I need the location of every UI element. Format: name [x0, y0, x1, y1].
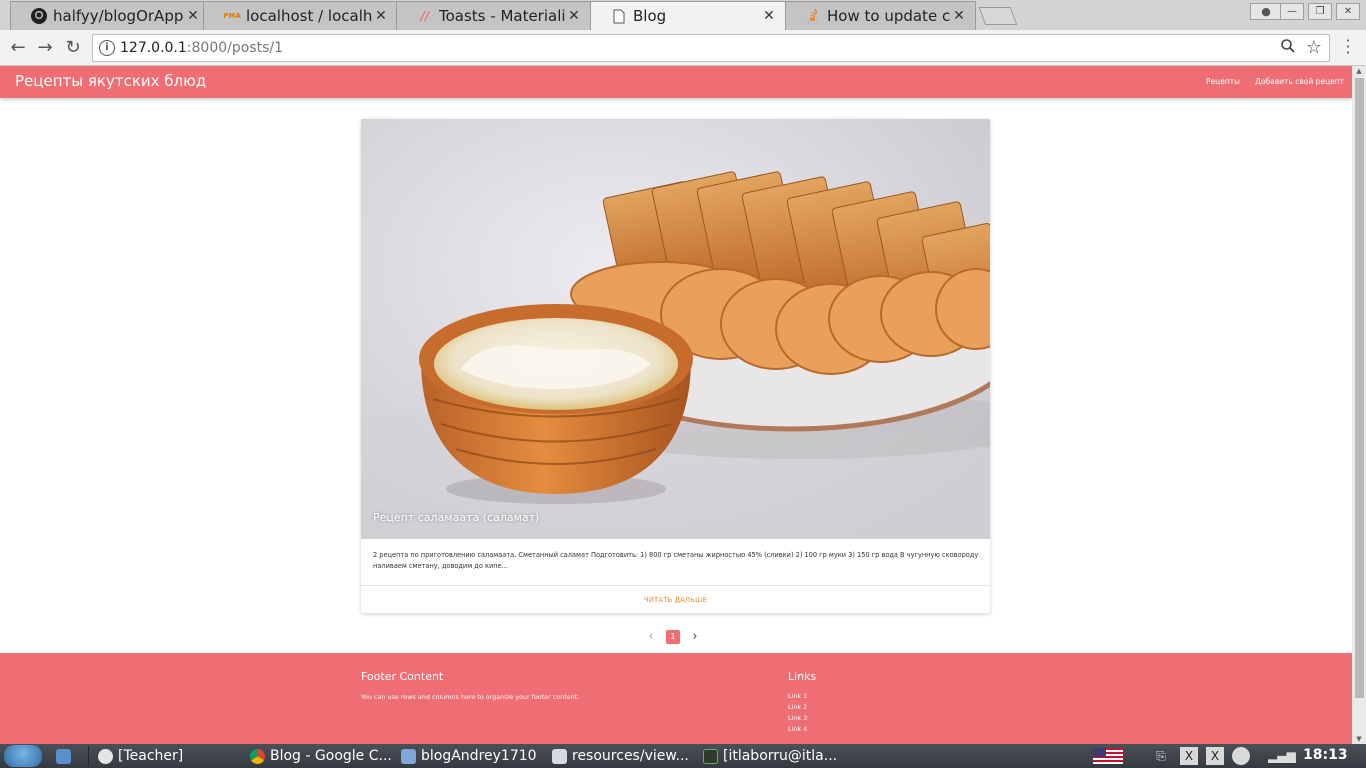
profile-button[interactable]: ●: [1250, 3, 1282, 20]
post-title: Рецепт саламаата (саламат): [373, 511, 540, 524]
github-icon: [31, 8, 47, 24]
url-text: 127.0.0.1:8000/posts/1: [120, 40, 284, 56]
nav-links: Рецепты Добавить свой рецепт: [1206, 77, 1344, 86]
footer-link[interactable]: Link 3: [788, 713, 807, 724]
footer-text: You can use rows and columns here to org…: [361, 693, 580, 701]
start-menu-button[interactable]: [4, 745, 42, 767]
terminal-icon: [703, 748, 718, 764]
minimize-button[interactable]: —: [1280, 3, 1304, 20]
salamat-photo: [361, 119, 990, 539]
bookmark-star-icon[interactable]: ☆: [1306, 37, 1322, 58]
page-viewport: Рецепты якутских блюд Рецепты Добавить с…: [0, 66, 1352, 744]
chevron-left-icon[interactable]: ‹: [644, 630, 658, 644]
task-editor[interactable]: resources/view...: [548, 745, 696, 767]
tab-title: localhost / localhos: [246, 7, 373, 25]
post-image: Рецепт саламаата (саламат): [361, 119, 990, 539]
page-scrollbar[interactable]: ▲ ▼: [1352, 66, 1366, 744]
nav-link-add-recipe[interactable]: Добавить свой рецепт: [1255, 77, 1344, 86]
file-manager-icon: [56, 748, 71, 764]
materialize-icon: //: [420, 9, 430, 23]
task-label: resources/view...: [572, 748, 689, 764]
site-footer: Footer Content You can use rows and colu…: [0, 653, 1352, 744]
tab-title: How to update colu: [827, 7, 951, 25]
chevron-right-icon[interactable]: ›: [688, 630, 702, 644]
tab-stackoverflow[interactable]: How to update colu ✕: [784, 1, 976, 30]
page-number-current[interactable]: 1: [666, 630, 680, 644]
reload-button[interactable]: ↻: [61, 36, 85, 60]
task-folder[interactable]: blogAndrey1710: [397, 745, 545, 767]
tab-title: Blog: [633, 7, 667, 25]
close-icon[interactable]: ✕: [185, 8, 201, 24]
scroll-up-arrow-icon[interactable]: ▲: [1354, 67, 1364, 75]
editor-icon: [552, 748, 567, 764]
phpmyadmin-icon: PMA: [223, 12, 241, 20]
pagination: ‹ 1 ›: [644, 630, 702, 644]
tab-title: Toasts - Materialize: [439, 7, 566, 25]
taskbar-separator: [88, 746, 89, 766]
site-brand[interactable]: Рецепты якутских блюд: [15, 72, 206, 90]
footer-link[interactable]: Link 2: [788, 702, 807, 713]
us-flag-icon[interactable]: [1093, 748, 1123, 764]
footer-link[interactable]: Link 1: [788, 691, 807, 702]
search-icon[interactable]: [1281, 39, 1295, 57]
tab-github[interactable]: halfyy/blogOrApp ✕: [10, 1, 210, 30]
task-label: Blog - Google C...: [270, 748, 392, 764]
footer-heading: Footer Content: [361, 670, 444, 683]
close-icon[interactable]: ✕: [951, 8, 967, 24]
xorg-icon[interactable]: X: [1180, 747, 1198, 765]
footer-link[interactable]: Link 4: [788, 724, 807, 735]
chrome-icon: [250, 748, 265, 764]
chat-tray-icon[interactable]: [1232, 747, 1250, 765]
forward-button[interactable]: →: [33, 36, 57, 60]
scroll-thumb[interactable]: [1355, 78, 1364, 698]
xorg-icon[interactable]: X: [1206, 747, 1224, 765]
clipboard-icon[interactable]: ⎘: [1152, 747, 1170, 765]
close-icon[interactable]: ✕: [373, 8, 389, 24]
clock[interactable]: 18:13: [1303, 747, 1348, 763]
folder-icon: [401, 748, 416, 764]
browser-tab-strip: halfyy/blogOrApp ✕ PMA localhost / local…: [0, 0, 1366, 30]
close-window-button[interactable]: ✕: [1336, 3, 1360, 20]
footer-links: Link 1 Link 2 Link 3 Link 4: [788, 691, 807, 735]
scroll-down-arrow-icon[interactable]: ▼: [1354, 735, 1364, 743]
footer-links-heading: Links: [788, 670, 817, 683]
task-teacher[interactable]: [Teacher]: [94, 745, 242, 767]
os-taskbar: [Teacher] Blog - Google C... blogAndrey1…: [0, 744, 1366, 768]
browser-menu-icon[interactable]: · · ·: [1340, 33, 1356, 61]
task-label: [Teacher]: [118, 748, 184, 764]
chat-icon: [98, 748, 113, 764]
task-terminal[interactable]: [itlaborru@itla...: [699, 745, 847, 767]
address-bar[interactable]: i 127.0.0.1:8000/posts/1 ☆: [92, 34, 1330, 62]
network-signal-icon[interactable]: ▂▄▆: [1268, 747, 1296, 765]
back-button[interactable]: ←: [6, 36, 30, 60]
tab-blog[interactable]: Blog ✕: [590, 1, 786, 30]
post-card: Рецепт саламаата (саламат) 2 рецепта по …: [361, 119, 990, 613]
page-icon: [611, 8, 627, 24]
tab-title: halfyy/blogOrApp: [53, 7, 184, 25]
restore-button[interactable]: ❐: [1308, 3, 1332, 20]
site-navbar: Рецепты якутских блюд Рецепты Добавить с…: [0, 66, 1352, 98]
info-icon[interactable]: i: [99, 40, 115, 56]
file-manager-launcher[interactable]: [52, 745, 82, 767]
task-label: [itlaborru@itla...: [723, 748, 838, 764]
tab-materialize[interactable]: // Toasts - Materialize ✕: [396, 1, 591, 30]
new-tab-button[interactable]: [978, 7, 1018, 25]
read-more-link[interactable]: ЧИТАТЬ ДАЛЬШЕ: [361, 585, 990, 613]
browser-toolbar: ← → ↻ i 127.0.0.1:8000/posts/1 ☆ · · ·: [0, 30, 1366, 66]
stackoverflow-icon: [805, 8, 821, 24]
window-controls: — ❐ ✕: [1280, 3, 1360, 20]
close-icon[interactable]: ✕: [761, 8, 777, 24]
task-label: blogAndrey1710: [421, 748, 537, 764]
nav-link-recipes[interactable]: Рецепты: [1206, 77, 1240, 86]
task-chrome[interactable]: Blog - Google C...: [246, 745, 394, 767]
post-excerpt: 2 рецепта по приготовлению саламаата. См…: [373, 551, 979, 570]
tab-phpmyadmin[interactable]: PMA localhost / localhos ✕: [203, 1, 398, 30]
close-icon[interactable]: ✕: [566, 8, 582, 24]
